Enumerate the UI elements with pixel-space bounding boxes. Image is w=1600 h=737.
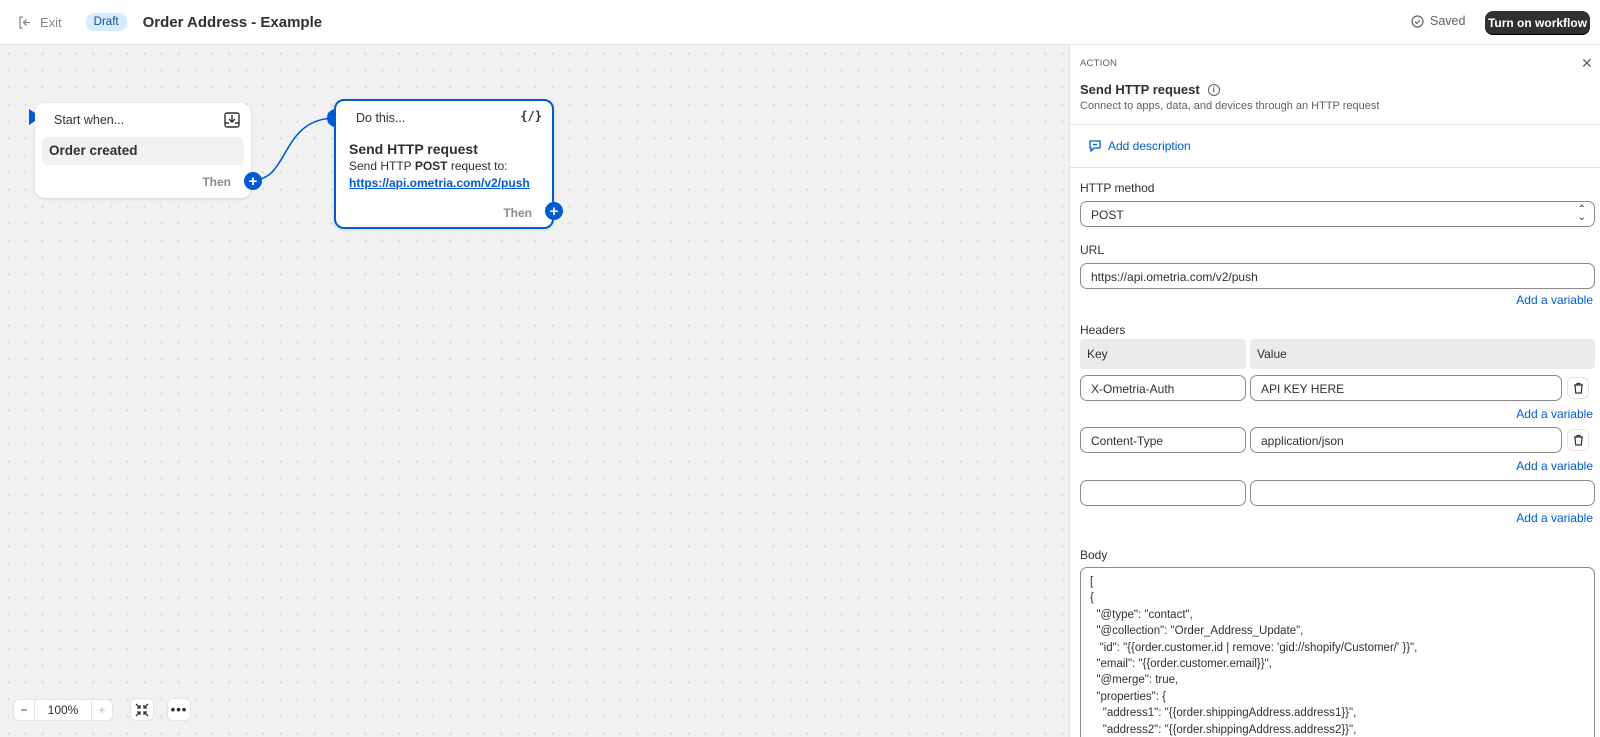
zoom-controls: − 100% + [13, 698, 113, 721]
add-variable-link[interactable]: Add a variable [1516, 407, 1593, 421]
body-label: Body [1080, 548, 1108, 562]
zoom-out-button[interactable]: − [13, 698, 35, 721]
header-value-column: Value [1250, 339, 1595, 369]
http-method-select[interactable]: POST ⌃ ⌄ [1080, 201, 1595, 227]
exit-label: Exit [40, 14, 62, 30]
collapse-arrows-icon [135, 703, 149, 716]
trigger-name: Order created [42, 137, 244, 165]
code-icon: {/} [520, 109, 542, 123]
status-badge: Draft [85, 13, 127, 31]
header-key-input[interactable] [1080, 480, 1246, 506]
divider [1070, 124, 1600, 125]
panel-title: Send HTTP request i [1080, 82, 1220, 97]
body-textarea[interactable]: [ { "@type": "contact", "@collection": "… [1080, 567, 1595, 737]
exit-icon [19, 15, 30, 29]
add-step-button[interactable]: + [545, 202, 563, 220]
action-settings-panel: ACTION ✕ Send HTTP request i Connect to … [1069, 45, 1600, 737]
header-key-column: Key [1080, 339, 1246, 369]
saved-label: Saved [1430, 14, 1466, 28]
add-description-button[interactable]: Add description [1088, 139, 1191, 153]
header-key-input[interactable]: X-Ometria-Auth [1080, 375, 1246, 401]
zoom-in-button[interactable]: + [91, 698, 113, 721]
action-url-link[interactable]: https://api.ometria.com/v2/push [349, 176, 530, 190]
chevron-updown-icon: ⌃ ⌄ [1577, 204, 1586, 223]
zoom-level[interactable]: 100% [35, 698, 91, 721]
header-key-input[interactable]: Content-Type [1080, 427, 1246, 453]
panel-subtitle: Connect to apps, data, and devices throu… [1080, 100, 1380, 112]
add-variable-link[interactable]: Add a variable [1516, 459, 1593, 473]
divider [1070, 167, 1600, 168]
http-method-label: HTTP method [1080, 181, 1155, 195]
add-variable-link[interactable]: Add a variable [1516, 293, 1593, 307]
exit-button[interactable]: Exit [18, 15, 62, 30]
trigger-node-header: Start when... [54, 113, 125, 127]
action-node-header: Do this... [356, 111, 406, 125]
page-title: Order Address - Example [142, 13, 323, 31]
close-icon[interactable]: ✕ [1581, 55, 1593, 72]
trigger-node[interactable]: Start when... Order created Then [35, 103, 251, 198]
action-name: Send HTTP request [349, 141, 478, 157]
add-step-button[interactable]: + [244, 172, 262, 190]
delete-header-button[interactable] [1567, 429, 1589, 451]
header-value-input[interactable]: application/json [1250, 427, 1562, 453]
check-circle-icon [1411, 14, 1424, 28]
then-label: Then [202, 175, 231, 189]
then-label: Then [503, 206, 532, 220]
add-variable-link[interactable]: Add a variable [1516, 511, 1593, 525]
headers-label: Headers [1080, 323, 1126, 337]
action-description: Send HTTP POST request to: [349, 159, 508, 173]
download-icon [224, 112, 240, 128]
header-value-input[interactable] [1250, 480, 1595, 506]
trash-icon [1573, 382, 1583, 394]
workflow-canvas[interactable]: Start when... Order created Then + Do th… [0, 45, 1069, 737]
turn-on-workflow-button[interactable]: Turn on workflow [1485, 11, 1590, 35]
fit-view-button[interactable] [130, 698, 154, 721]
top-bar: Exit Draft Order Address - Example Saved… [0, 0, 1600, 45]
url-input[interactable]: https://api.ometria.com/v2/push [1080, 263, 1595, 289]
comment-icon [1089, 140, 1101, 153]
action-node[interactable]: Do this... {/} Send HTTP request Send HT… [334, 99, 554, 229]
trash-icon [1573, 434, 1583, 446]
header-value-input[interactable]: API KEY HERE [1250, 375, 1562, 401]
more-options-button[interactable]: ••• [167, 698, 191, 721]
panel-section-label: ACTION [1080, 58, 1118, 69]
info-icon[interactable]: i [1207, 83, 1220, 96]
delete-header-button[interactable] [1567, 377, 1589, 399]
url-label: URL [1080, 243, 1105, 257]
saved-status: Saved [1411, 14, 1465, 28]
